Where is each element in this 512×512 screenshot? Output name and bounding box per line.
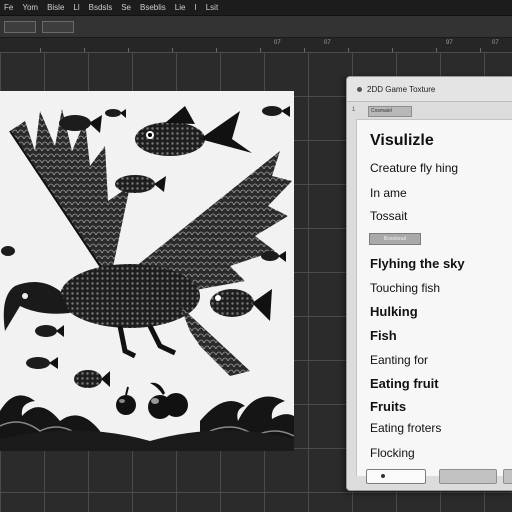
left-wing — [9, 109, 130, 282]
ruler: 07 07 97 07 — [0, 38, 512, 53]
fish-icon — [210, 289, 272, 321]
fish-icon — [74, 370, 110, 388]
fish-icon — [115, 175, 166, 193]
panel-header: 2DD Game Toxture — [347, 77, 512, 102]
toolbar — [0, 16, 512, 38]
list-item[interactable]: Tossait — [370, 209, 407, 223]
ruler-label: 07 — [324, 40, 331, 46]
fish-icon — [35, 325, 64, 337]
texture-panel: 2DD Game Toxture 1 Cosmaiel Visulizle Cr… — [346, 76, 512, 491]
list-item[interactable]: Eating froters — [370, 421, 441, 435]
slider-knob-icon[interactable] — [381, 474, 385, 478]
ruler-label: 97 — [446, 40, 453, 46]
bird-legs — [117, 324, 177, 359]
texture-canvas[interactable] — [0, 91, 294, 451]
panel-content: Visulizle Creature fly hing In ame Tossa… — [356, 119, 512, 476]
menu-item[interactable]: Yom — [22, 3, 38, 12]
bird-head — [3, 282, 70, 331]
tag-button[interactable]: Bosebead — [369, 233, 421, 245]
menu-item[interactable]: Lsit — [206, 3, 218, 12]
bird-body — [60, 264, 200, 328]
slider-input[interactable] — [366, 469, 426, 484]
apple-icon — [148, 382, 188, 419]
ruler-label: 07 — [492, 40, 499, 46]
list-item[interactable]: Touching fish — [370, 281, 440, 295]
toolbar-field[interactable] — [42, 20, 74, 33]
list-item[interactable]: Flyhing the sky — [370, 256, 465, 271]
menu-item[interactable]: Ll — [73, 3, 79, 12]
menu-item[interactable]: Bsdsls — [89, 3, 113, 12]
fish-icon — [135, 106, 252, 156]
panel-title: 2DD Game Toxture — [367, 84, 436, 94]
menu-item[interactable]: Fe — [4, 3, 13, 12]
bird-tail — [180, 306, 250, 376]
list-item[interactable]: Eanting for — [370, 353, 428, 367]
list-item[interactable]: Creature fly hing — [370, 161, 458, 175]
fish-icon — [261, 251, 286, 262]
list-item[interactable]: Fruits — [370, 399, 406, 414]
menu-bar: Fe Yom Bisle Ll Bsdsls Se Bseblis Lie I … — [0, 0, 512, 16]
apply-button[interactable] — [439, 469, 497, 484]
list-item[interactable]: In ame — [370, 186, 407, 200]
menu-item[interactable]: Lie — [175, 3, 186, 12]
list-item[interactable]: Hulking — [370, 304, 418, 319]
ruler-label: 07 — [274, 40, 281, 46]
panel-index: 1 — [352, 107, 356, 113]
list-item[interactable]: Flocking — [370, 446, 415, 460]
bird-illustration — [0, 106, 294, 451]
fish-icon — [26, 357, 58, 369]
panel-subtab[interactable]: Cosmaiel — [368, 106, 412, 117]
wave-icon — [0, 395, 294, 451]
more-button[interactable] — [503, 469, 512, 484]
menu-item[interactable]: Se — [121, 3, 131, 12]
list-item[interactable]: Visulizle — [370, 132, 434, 150]
menu-item[interactable]: Bisle — [47, 3, 64, 12]
fish-icon — [1, 246, 15, 256]
list-item[interactable]: Eating fruit — [370, 376, 439, 391]
menu-item[interactable]: Bseblis — [140, 3, 166, 12]
fish-icon — [262, 106, 290, 117]
apple-icon — [116, 386, 136, 415]
dot-icon — [357, 86, 362, 92]
toolbar-field[interactable] — [4, 20, 36, 33]
menu-item[interactable]: I — [194, 3, 196, 12]
list-item[interactable]: Fish — [370, 328, 397, 343]
fish-icon — [105, 109, 126, 118]
